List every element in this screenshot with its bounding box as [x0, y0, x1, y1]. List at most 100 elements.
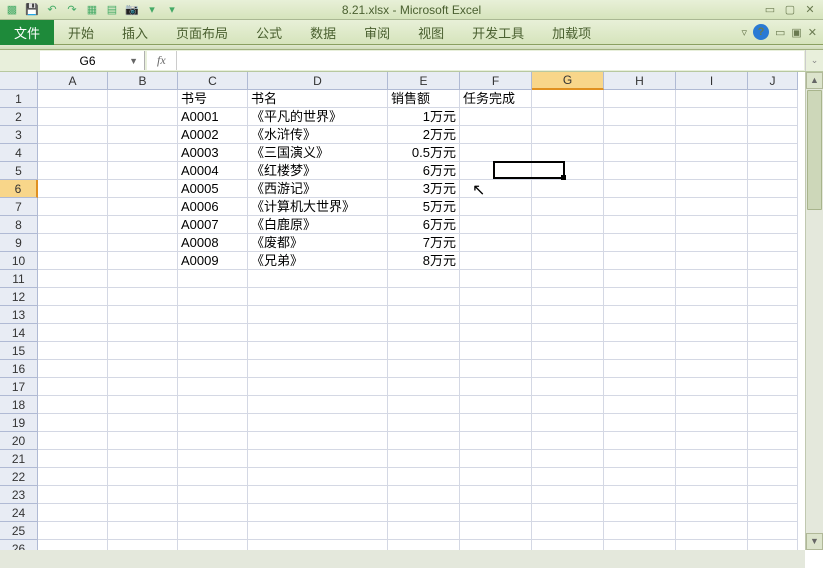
- cell[interactable]: 《废都》: [248, 234, 388, 252]
- cell[interactable]: [460, 198, 532, 216]
- cell[interactable]: [108, 396, 178, 414]
- cell[interactable]: 销售额: [388, 90, 460, 108]
- qat-icon[interactable]: 📷: [124, 2, 140, 18]
- cell[interactable]: A0004: [178, 162, 248, 180]
- cell[interactable]: A0001: [178, 108, 248, 126]
- cell[interactable]: [460, 360, 532, 378]
- qat-icon[interactable]: ▤: [104, 2, 120, 18]
- cell[interactable]: [108, 486, 178, 504]
- cell[interactable]: [676, 90, 748, 108]
- cell[interactable]: [604, 378, 676, 396]
- cells-area[interactable]: 书号书名销售额任务完成A0001《平凡的世界》1万元A0002《水浒传》2万元A…: [38, 90, 805, 550]
- cell[interactable]: [388, 378, 460, 396]
- ribbon-tab[interactable]: 公式: [242, 19, 296, 46]
- ribbon-tab[interactable]: 开始: [54, 19, 108, 46]
- ribbon-tab[interactable]: 开发工具: [458, 19, 538, 46]
- cell[interactable]: [388, 522, 460, 540]
- cell[interactable]: [108, 180, 178, 198]
- row-header[interactable]: 23: [0, 486, 38, 504]
- cell[interactable]: [748, 342, 798, 360]
- name-box[interactable]: G6 ▼: [40, 51, 145, 70]
- cell[interactable]: [604, 468, 676, 486]
- cell[interactable]: [748, 396, 798, 414]
- cell[interactable]: [108, 450, 178, 468]
- cell[interactable]: [748, 432, 798, 450]
- cell[interactable]: [178, 360, 248, 378]
- cell[interactable]: [676, 342, 748, 360]
- cell[interactable]: [38, 486, 108, 504]
- cell[interactable]: [604, 414, 676, 432]
- row-header[interactable]: 1: [0, 90, 38, 108]
- qat-customize-icon[interactable]: ▾: [164, 2, 180, 18]
- workbook-minimize-icon[interactable]: ▭: [775, 26, 785, 39]
- cell[interactable]: [108, 432, 178, 450]
- qat-icon[interactable]: ▦: [84, 2, 100, 18]
- cell[interactable]: [676, 486, 748, 504]
- cell[interactable]: 8万元: [388, 252, 460, 270]
- cell[interactable]: [38, 450, 108, 468]
- cell[interactable]: [38, 432, 108, 450]
- cell[interactable]: [676, 360, 748, 378]
- cell[interactable]: [748, 414, 798, 432]
- row-header[interactable]: 24: [0, 504, 38, 522]
- row-header[interactable]: 9: [0, 234, 38, 252]
- cell[interactable]: [38, 522, 108, 540]
- cell[interactable]: [532, 342, 604, 360]
- select-all-corner[interactable]: [0, 72, 38, 90]
- cell[interactable]: [178, 270, 248, 288]
- cell[interactable]: [604, 252, 676, 270]
- cell[interactable]: [676, 468, 748, 486]
- cell[interactable]: [532, 162, 604, 180]
- cell[interactable]: [604, 486, 676, 504]
- cell[interactable]: 7万元: [388, 234, 460, 252]
- cell[interactable]: [748, 108, 798, 126]
- cell[interactable]: [248, 486, 388, 504]
- cell[interactable]: [108, 522, 178, 540]
- cell[interactable]: [248, 432, 388, 450]
- cell[interactable]: [178, 468, 248, 486]
- column-header[interactable]: I: [676, 72, 748, 90]
- cell[interactable]: [178, 324, 248, 342]
- cell[interactable]: [248, 396, 388, 414]
- cell[interactable]: [604, 324, 676, 342]
- cell[interactable]: [532, 396, 604, 414]
- row-header[interactable]: 10: [0, 252, 38, 270]
- cell[interactable]: [532, 450, 604, 468]
- cell[interactable]: [676, 414, 748, 432]
- cell[interactable]: [460, 414, 532, 432]
- cell[interactable]: [178, 486, 248, 504]
- cell[interactable]: [748, 486, 798, 504]
- cell[interactable]: [248, 450, 388, 468]
- ribbon-tab[interactable]: 页面布局: [162, 19, 242, 46]
- row-header[interactable]: 21: [0, 450, 38, 468]
- cell[interactable]: 6万元: [388, 216, 460, 234]
- cell[interactable]: [388, 306, 460, 324]
- cell[interactable]: [532, 288, 604, 306]
- cell[interactable]: 《红楼梦》: [248, 162, 388, 180]
- column-header[interactable]: G: [532, 72, 604, 90]
- cell[interactable]: [38, 144, 108, 162]
- cell[interactable]: [532, 486, 604, 504]
- cell[interactable]: [178, 288, 248, 306]
- cell[interactable]: [748, 288, 798, 306]
- cell[interactable]: [388, 270, 460, 288]
- cell[interactable]: [532, 306, 604, 324]
- cell[interactable]: [676, 198, 748, 216]
- cell[interactable]: [532, 234, 604, 252]
- cell[interactable]: [460, 180, 532, 198]
- column-header[interactable]: B: [108, 72, 178, 90]
- cell[interactable]: [532, 252, 604, 270]
- cell[interactable]: [460, 108, 532, 126]
- cell[interactable]: [38, 414, 108, 432]
- cell[interactable]: [108, 216, 178, 234]
- cell[interactable]: [532, 522, 604, 540]
- cell[interactable]: [532, 360, 604, 378]
- cell[interactable]: [108, 144, 178, 162]
- cell[interactable]: [108, 306, 178, 324]
- row-header[interactable]: 7: [0, 198, 38, 216]
- restore-icon[interactable]: ▢: [783, 3, 797, 17]
- formula-input[interactable]: [177, 51, 804, 70]
- cell[interactable]: [248, 414, 388, 432]
- cell[interactable]: 1万元: [388, 108, 460, 126]
- cell[interactable]: A0008: [178, 234, 248, 252]
